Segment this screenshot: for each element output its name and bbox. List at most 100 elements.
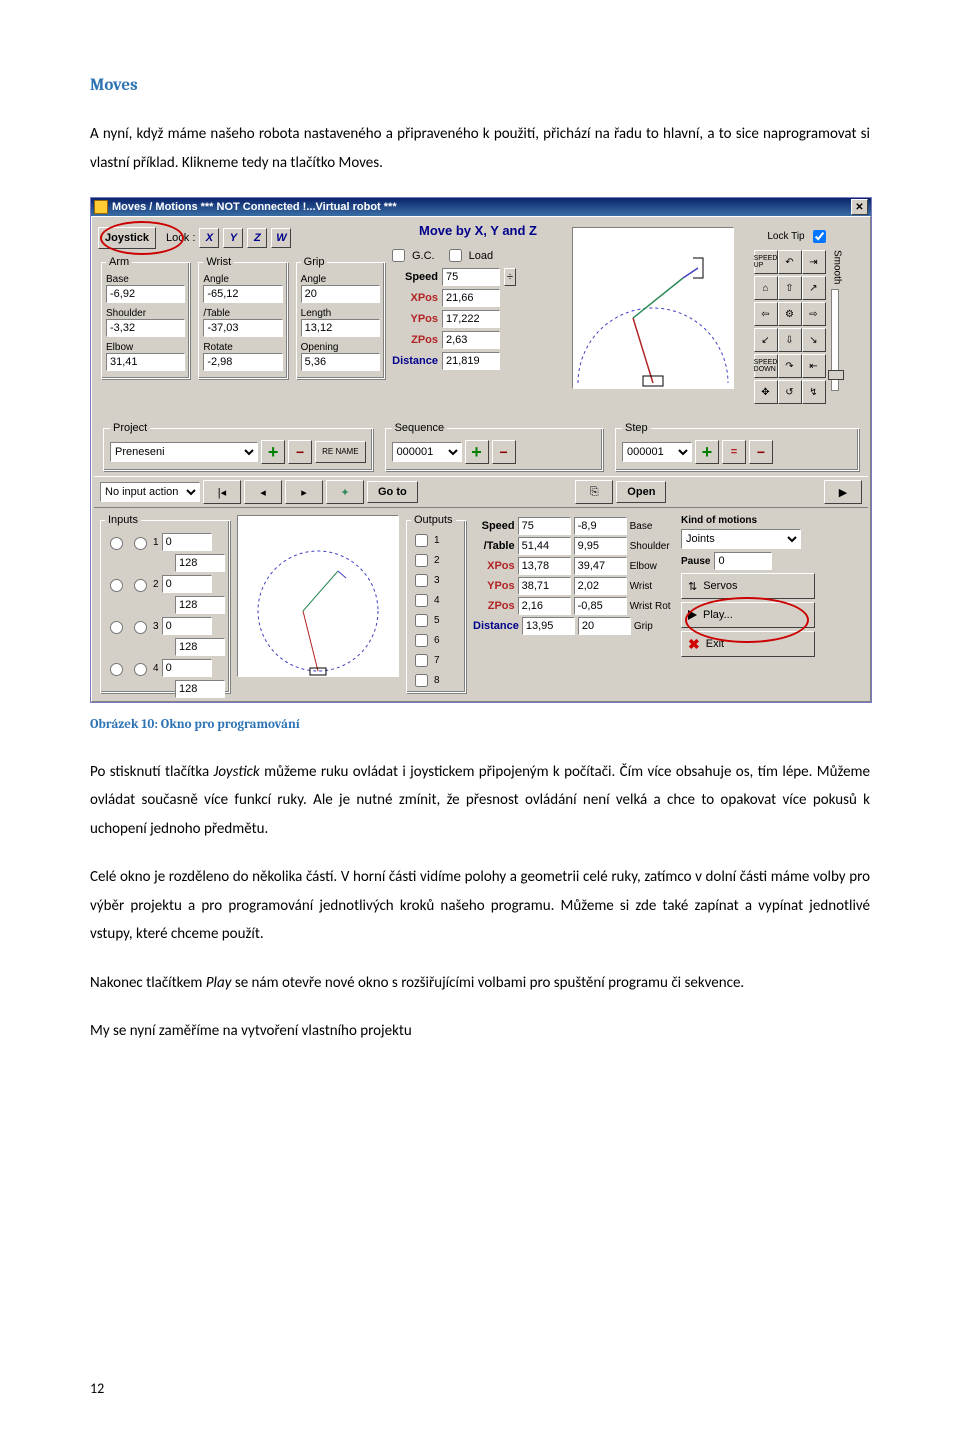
lock-y-button[interactable]: Y [223,228,243,248]
output-2-checkbox[interactable] [415,554,428,567]
input-4-radio-a[interactable] [110,663,123,676]
input-3a-field[interactable] [162,617,212,635]
step-add-button[interactable]: + [695,440,719,464]
sequence-select[interactable]: 000001 [392,442,462,462]
distance-field[interactable] [442,352,500,370]
exit-button[interactable]: ✖ Exit [681,631,815,657]
speed-stepper[interactable]: ÷ [504,268,516,286]
project-add-button[interactable]: + [261,440,285,464]
grip-opening-field[interactable] [301,353,380,371]
step-select[interactable]: 000001 [622,442,692,462]
b-wrist-field[interactable] [574,577,627,595]
play-button[interactable]: Play... [681,602,815,628]
lock-x-button[interactable]: X [199,228,219,248]
tool-rotate-cw-icon[interactable]: ↷ [778,354,802,378]
load-checkbox[interactable] [449,249,462,262]
tool-settings-icon[interactable]: ⚙ [778,302,802,326]
run-icon[interactable]: ✦ [326,480,364,504]
grip-length-field[interactable] [301,319,380,337]
b-shoulder-field[interactable] [574,537,627,555]
ypos-field[interactable] [442,310,500,328]
input-4-radio-b[interactable] [134,663,147,676]
input-1a-field[interactable] [162,533,212,551]
b-ypos-field[interactable] [518,577,571,595]
tool-grip-close-icon[interactable]: ⇥ [802,250,826,274]
tool-speedup-icon[interactable]: SPEEDUP [754,250,778,274]
arm-base-field[interactable] [106,285,185,303]
goto-button[interactable]: Go to [367,481,418,503]
tool-speeddown-icon[interactable]: SPEEDDOWN [754,354,778,378]
input-action-select[interactable]: No input action [100,482,200,502]
input-1b-field[interactable] [175,554,225,572]
input-1-radio-b[interactable] [134,537,147,550]
input-4b-field[interactable] [175,680,225,698]
lock-w-button[interactable]: W [271,228,291,248]
tool-right-icon[interactable]: ⇨ [802,302,826,326]
b-elbow-field[interactable] [574,557,627,575]
close-icon[interactable]: ✕ [851,199,868,215]
lock-z-button[interactable]: Z [247,228,267,248]
output-3-checkbox[interactable] [415,574,428,587]
tool-tilt-down-icon[interactable]: ↘ [802,328,826,352]
arm-shoulder-field[interactable] [106,319,185,337]
input-2-radio-a[interactable] [110,579,123,592]
copy-icon[interactable]: ⎘ [575,480,613,504]
b-xpos-field[interactable] [518,557,571,575]
next-icon[interactable]: ▸ [285,480,323,504]
tool-diag-dl-icon[interactable]: ↙ [754,328,778,352]
kind-of-motions-select[interactable]: Joints [681,529,801,549]
pause-field[interactable] [714,552,772,570]
tool-down-icon[interactable]: ⇩ [778,328,802,352]
wrist-table-field[interactable] [203,319,282,337]
b-base-field[interactable] [574,517,627,535]
b-speed-field[interactable] [518,517,571,535]
tool-reset-icon[interactable]: ↺ [778,380,802,404]
step-remove-button[interactable]: − [749,440,773,464]
project-select[interactable]: Preneseni [110,442,258,462]
step-equal-button[interactable]: = [722,440,746,464]
b-distance-field[interactable] [522,617,575,635]
zpos-field[interactable] [442,331,500,349]
b-zpos-field[interactable] [518,597,571,615]
input-4a-field[interactable] [162,659,212,677]
b-wristrot-field[interactable] [574,597,627,615]
first-icon[interactable]: |◂ [203,480,241,504]
sequence-remove-button[interactable]: − [492,440,516,464]
wrist-angle-field[interactable] [203,285,282,303]
input-3b-field[interactable] [175,638,225,656]
input-2-radio-b[interactable] [134,579,147,592]
servos-button[interactable]: ⇅ Servos [681,573,815,599]
output-8-checkbox[interactable] [415,674,428,687]
output-6-checkbox[interactable] [415,634,428,647]
tool-tilt-up-icon[interactable]: ↗ [802,276,826,300]
wrist-rotate-field[interactable] [203,353,282,371]
tool-home-icon[interactable]: ⌂ [754,276,778,300]
tool-wrist-icon[interactable]: ✥ [754,380,778,404]
open-button[interactable]: Open [616,481,666,503]
input-2b-field[interactable] [175,596,225,614]
tool-up-icon[interactable]: ⇧ [778,276,802,300]
tool-grip-open-icon[interactable]: ⇤ [802,354,826,378]
sequence-add-button[interactable]: + [465,440,489,464]
output-5-checkbox[interactable] [415,614,428,627]
prev-icon[interactable]: ◂ [244,480,282,504]
tool-left-icon[interactable]: ⇦ [754,302,778,326]
arm-elbow-field[interactable] [106,353,185,371]
b-table-field[interactable] [518,537,571,555]
project-remove-button[interactable]: − [288,440,312,464]
speed-field[interactable] [442,268,500,286]
lock-tip-checkbox[interactable] [813,230,826,243]
joystick-button[interactable]: Joystick [98,227,156,249]
output-1-checkbox[interactable] [415,534,428,547]
play-step-icon[interactable]: ▶ [824,480,862,504]
tool-rotate-ccw-icon[interactable]: ↶ [778,250,802,274]
input-1-radio-a[interactable] [110,537,123,550]
output-7-checkbox[interactable] [415,654,428,667]
xpos-field[interactable] [442,289,500,307]
grip-angle-field[interactable] [301,285,380,303]
b-grip-field[interactable] [578,617,631,635]
tool-arm-icon[interactable]: ↯ [802,380,826,404]
output-4-checkbox[interactable] [415,594,428,607]
input-3-radio-a[interactable] [110,621,123,634]
project-rename-button[interactable]: RE NAME [315,441,365,463]
